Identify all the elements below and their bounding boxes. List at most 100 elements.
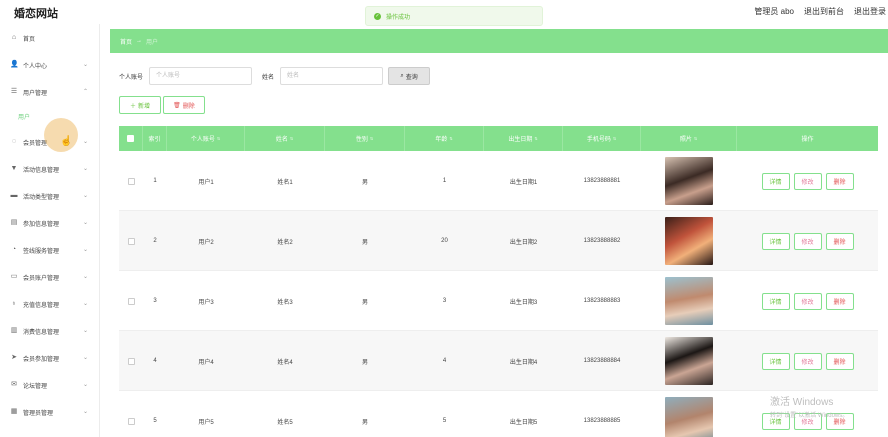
photo-cell bbox=[641, 211, 737, 271]
sidebar-item-label: 会员管理 bbox=[23, 140, 48, 147]
row-checkbox[interactable] bbox=[127, 237, 135, 245]
sidebar-item-label: 消费信息管理 bbox=[23, 329, 60, 336]
sidebar-item-service[interactable]: ◔ 签线服务管理 ⌄ bbox=[0, 240, 100, 260]
sidebar-item-label: 个人中心 bbox=[23, 63, 48, 70]
name-search-input[interactable] bbox=[280, 67, 384, 85]
add-button[interactable]: ＋ 新增 bbox=[119, 96, 161, 114]
cell-phone: 13823888884 bbox=[583, 358, 621, 364]
cell-gender: 男 bbox=[361, 239, 368, 246]
edit-button[interactable]: 修改 bbox=[793, 172, 822, 190]
logout-link[interactable]: 退出登录 bbox=[854, 6, 886, 17]
member-icon: ◌ bbox=[11, 138, 17, 145]
sidebar-item-member-account[interactable]: ▭ 会员账户管理 ⌄ bbox=[0, 267, 100, 287]
row-select-cell bbox=[119, 211, 143, 271]
sidebar-item-label: 活动类型管理 bbox=[23, 194, 60, 201]
sidebar-item-label: 会员参加管理 bbox=[23, 356, 60, 363]
delete-button-label: 删除 bbox=[182, 103, 195, 110]
exit-front-link[interactable]: 退出到前台 bbox=[804, 6, 844, 17]
sidebar-item-activity-info[interactable]: ▼ 活动信息管理 ⌄ bbox=[0, 159, 100, 179]
edit-button[interactable]: 修改 bbox=[793, 292, 822, 310]
cell-account: 用户4 bbox=[198, 359, 214, 366]
column-header[interactable]: 姓名 ⇅ bbox=[245, 126, 325, 151]
edit-button[interactable]: 修改 bbox=[793, 232, 822, 250]
edit-button[interactable]: 修改 bbox=[793, 352, 822, 370]
detail-button[interactable]: 详情 bbox=[761, 352, 790, 370]
row-checkbox[interactable] bbox=[127, 297, 135, 305]
column-header[interactable]: 年龄 ⇅ bbox=[405, 126, 484, 151]
cell-name: 姓名3 bbox=[277, 299, 293, 306]
sort-icon: ⇅ bbox=[289, 136, 294, 141]
user-photo bbox=[665, 157, 713, 205]
plus-icon: ＋ bbox=[129, 103, 136, 110]
detail-button[interactable]: 详情 bbox=[761, 232, 790, 250]
sidebar-item-label: 管理员管理 bbox=[23, 410, 54, 417]
cell-phone: 13823888885 bbox=[583, 418, 621, 424]
column-header: 操作 bbox=[801, 137, 814, 143]
search-bar: 个人账号 姓名 ⌕ 查询 bbox=[119, 67, 431, 85]
cell-birth: 出生日期5 bbox=[509, 419, 538, 426]
batch-delete-button[interactable]: 🗑 删除 bbox=[163, 96, 205, 114]
sidebar-item-personal-center[interactable]: 👤 个人中心 ⌄ bbox=[0, 55, 100, 75]
column-header[interactable]: 出生日期 ⇅ bbox=[484, 126, 563, 151]
cell-index: 2 bbox=[153, 238, 157, 244]
sidebar-item-forum[interactable]: ✉ 论坛管理 ⌄ bbox=[0, 375, 100, 395]
sidebar-item-member-join[interactable]: ➤ 会员参加管理 ⌄ bbox=[0, 348, 100, 368]
toast-message: 操作成功 bbox=[386, 14, 411, 21]
column-header[interactable]: 个人账号 ⇅ bbox=[167, 126, 245, 151]
select-all-cell bbox=[119, 126, 143, 151]
column-header[interactable]: 手机号码 ⇅ bbox=[563, 126, 641, 151]
cell-age: 1 bbox=[442, 178, 447, 184]
sidebar-item-consume[interactable]: ▥ 消费信息管理 ⌄ bbox=[0, 321, 100, 341]
breadcrumb-separator: → bbox=[136, 38, 143, 44]
sidebar-item-join-info[interactable]: ▤ 参加信息管理 ⌄ bbox=[0, 213, 100, 233]
column-header[interactable]: 性别 ⇅ bbox=[325, 126, 405, 151]
photo-cell bbox=[641, 331, 737, 391]
row-checkbox[interactable] bbox=[127, 417, 135, 425]
user-photo bbox=[665, 397, 713, 437]
mouse-pointer-icon: ☝ bbox=[60, 136, 73, 147]
row-select-cell bbox=[119, 331, 143, 391]
row-actions: 详情 修改 删除 bbox=[737, 271, 878, 331]
sidebar: ⌂ 首页 👤 个人中心 ⌄ ☰ 用户管理 ⌃ 用户 ◌ 会员管理 ⌄ ▼ 活动信… bbox=[0, 24, 100, 437]
chevron-down-icon: ⌄ bbox=[82, 301, 88, 307]
detail-button[interactable]: 详情 bbox=[761, 292, 790, 310]
cell-account: 用户1 bbox=[198, 179, 214, 186]
sort-icon: ⇅ bbox=[612, 136, 617, 141]
add-button-label: 新增 bbox=[138, 103, 151, 110]
cell-gender: 男 bbox=[361, 299, 368, 306]
sidebar-item-admin[interactable]: ▦ 管理员管理 ⌄ bbox=[0, 402, 100, 422]
sidebar-item-label: 首页 bbox=[23, 36, 36, 43]
delete-button[interactable]: 删除 bbox=[825, 232, 854, 250]
row-actions: 详情 修改 删除 bbox=[737, 211, 878, 271]
sidebar-item-recharge[interactable]: ♁ 充值信息管理 ⌄ bbox=[0, 294, 100, 314]
select-all-checkbox[interactable] bbox=[127, 135, 134, 142]
activity-icon: ▼ bbox=[10, 165, 18, 172]
row-actions: 详情 修改 删除 bbox=[737, 331, 878, 391]
row-checkbox[interactable] bbox=[127, 357, 135, 365]
table-row: 3 用户3 姓名3 男 3 出生日期3 13823888883 详情 修改 删除 bbox=[119, 271, 878, 331]
detail-button[interactable]: 详情 bbox=[761, 172, 790, 190]
delete-button[interactable]: 删除 bbox=[825, 292, 854, 310]
photo-cell bbox=[641, 391, 737, 437]
user-photo bbox=[665, 277, 713, 325]
delete-button[interactable]: 删除 bbox=[825, 172, 854, 190]
sidebar-item-activity-type[interactable]: ▬ 活动类型管理 ⌄ bbox=[0, 186, 100, 206]
row-checkbox[interactable] bbox=[127, 177, 135, 185]
chevron-down-icon: ⌄ bbox=[82, 382, 88, 388]
cell-account: 用户5 bbox=[198, 419, 214, 426]
chevron-down-icon: ⌄ bbox=[82, 62, 88, 68]
column-header[interactable]: 照片 ⇅ bbox=[641, 126, 737, 151]
chevron-down-icon: ⌄ bbox=[82, 166, 88, 172]
sidebar-item-home[interactable]: ⌂ 首页 bbox=[0, 28, 100, 48]
account-search-input[interactable] bbox=[149, 67, 253, 85]
delete-button[interactable]: 删除 bbox=[825, 352, 854, 370]
column-header[interactable]: 索引 bbox=[143, 126, 167, 151]
cell-index: 4 bbox=[153, 358, 157, 364]
query-button[interactable]: ⌕ 查询 bbox=[388, 67, 431, 85]
consume-icon: ▥ bbox=[10, 327, 18, 334]
sort-icon: ⇅ bbox=[216, 136, 221, 141]
sidebar-item-user-management[interactable]: ☰ 用户管理 ⌃ bbox=[0, 82, 100, 102]
cell-index: 5 bbox=[153, 418, 157, 424]
chevron-down-icon: ⌄ bbox=[82, 409, 88, 415]
breadcrumb-home[interactable]: 首页 bbox=[120, 37, 132, 46]
